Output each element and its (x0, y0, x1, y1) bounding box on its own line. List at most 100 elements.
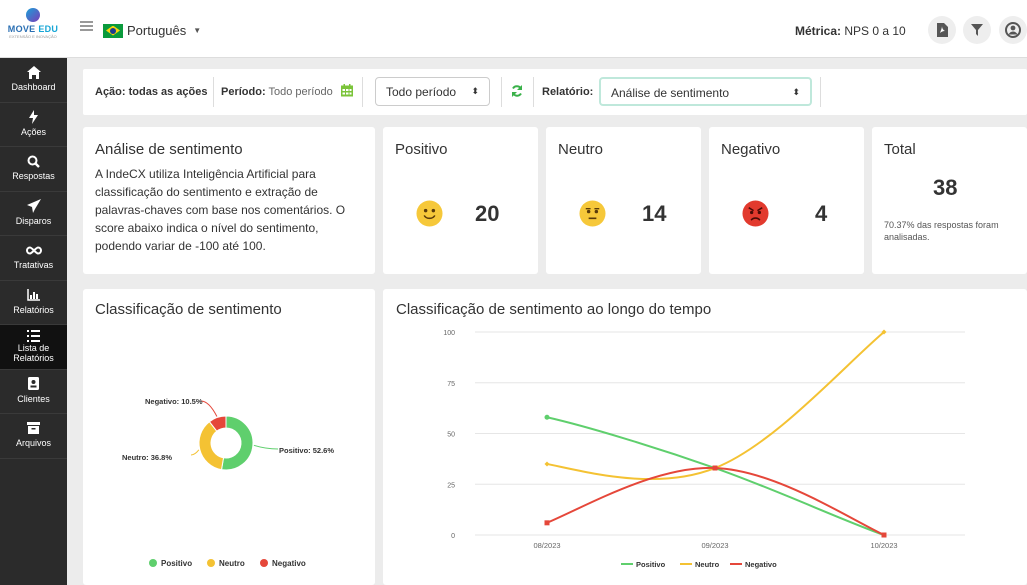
legend-marker-positivo (149, 559, 157, 567)
language-label: Português (127, 23, 187, 38)
sidebar-item-label: Dashboard (11, 82, 56, 92)
data-point-positivo (544, 414, 550, 420)
relatorio-label: Relatório: (542, 86, 594, 98)
metric-label: Métrica: (795, 24, 842, 38)
data-point-negativo (881, 532, 887, 538)
periodo-filter: Período: Todo período (221, 86, 333, 98)
logo-mark-icon (26, 8, 40, 22)
y-tick-label: 75 (447, 381, 455, 388)
sidebar-item-clientes[interactable]: Clientes (0, 370, 67, 414)
sidebar-item-arquivos[interactable]: Arquivos (0, 414, 67, 459)
sidebar-item-label: Ações (20, 126, 46, 137)
sidebar-item-disparos[interactable]: Disparos (0, 192, 67, 236)
divider (533, 77, 534, 107)
x-tick-label: 09/2023 (701, 541, 728, 550)
donut-leader-line (190, 449, 200, 456)
sidebar-item-label: Lista de (17, 343, 50, 353)
metric-indicator: Métrica: NPS 0 a 10 (795, 24, 906, 38)
y-tick-label: 50 (447, 432, 455, 439)
refresh-icon[interactable] (511, 85, 523, 97)
stat-value: 14 (642, 201, 667, 226)
divider (501, 77, 502, 107)
filter-button[interactable] (963, 16, 991, 44)
legend-label: Negativo (272, 559, 306, 568)
sidebar-item-label: Tratativas (13, 260, 54, 270)
stat-card-neutro: Neutro 14 (546, 127, 701, 274)
bar-chart-icon (27, 288, 40, 301)
stat-label: Positivo (395, 141, 448, 158)
happy-face-icon (416, 200, 443, 227)
sidebar-item-label: Clientes (17, 393, 50, 404)
sidebar: Dashboard Ações Respostas Disparos Trata… (0, 58, 67, 585)
sidebar-item-acoes[interactable]: Ações (0, 103, 67, 147)
relatorio-select-value: Análise de sentimento (611, 86, 730, 100)
metric-value: NPS 0 a 10 (844, 24, 906, 38)
bolt-icon (29, 109, 38, 124)
legend-marker-negativo (260, 559, 268, 567)
list-icon (27, 329, 40, 342)
id-card-icon (28, 377, 39, 390)
logo-text-edu: EDU (38, 24, 59, 34)
y-tick-label: 25 (447, 482, 455, 489)
logo-tagline: EXTENSÃO E INOVAÇÃO (9, 34, 57, 39)
data-point-negativo (544, 520, 550, 526)
select-arrows-icon: ⬍ (471, 86, 479, 96)
logo[interactable]: MOVE EDU EXTENSÃO E INOVAÇÃO (6, 8, 60, 50)
divider (362, 77, 363, 107)
acao-filter[interactable]: Ação: todas as ações (95, 86, 208, 98)
pdf-file-icon (937, 23, 948, 37)
legend-marker-neutro (207, 559, 215, 567)
filter-bar: Ação: todas as ações Período: Todo perío… (83, 69, 1027, 115)
user-menu-button[interactable] (999, 16, 1027, 44)
calendar-icon[interactable] (341, 84, 353, 97)
caret-down-icon: ▼ (193, 26, 202, 35)
sidebar-item-respostas[interactable]: Respostas (0, 147, 67, 192)
archive-icon (27, 422, 40, 434)
stat-label: Negativo (721, 141, 781, 158)
logo-text: MOVE (7, 24, 36, 34)
intro-title: Análise de sentimento (95, 141, 243, 158)
sidebar-item-relatorios[interactable]: Relatórios (0, 281, 67, 325)
language-selector[interactable]: Português ▼ (103, 23, 201, 38)
menu-toggle-icon[interactable] (80, 21, 93, 31)
series-line-negativo (546, 467, 885, 536)
sidebar-item-label: Relatórios (13, 304, 54, 315)
sidebar-item-tratativas[interactable]: Tratativas (0, 236, 67, 281)
donut-chart: Positivo: 52.6% Neutro: 36.8% Negativo: 10… (122, 397, 334, 568)
relatorio-select[interactable]: Análise de sentimento ⬍ (599, 77, 812, 106)
intro-card: Análise de sentimento A IndeCX utiliza I… (83, 127, 375, 274)
x-tick-label: 10/2023 (870, 541, 897, 550)
stat-value: 20 (475, 201, 500, 226)
divider (820, 77, 821, 107)
periodo-select-value: Todo período (386, 85, 457, 99)
pdf-export-button[interactable] (928, 16, 956, 44)
legend-label: Neutro (219, 559, 245, 568)
periodo-value: Todo período (268, 86, 333, 98)
donut-leader-line (200, 400, 218, 417)
donut-data-label: Neutro: 36.8% (122, 453, 172, 462)
user-circle-icon (1005, 22, 1021, 38)
stat-note: 70.37% das respostas foram analisadas. (884, 220, 999, 242)
stat-card-positivo: Positivo 20 (383, 127, 538, 274)
intro-description: A IndeCX utiliza Inteligência Artificial… (95, 167, 346, 253)
periodo-label: Período: (221, 86, 266, 98)
select-arrows-icon: ⬍ (792, 87, 800, 97)
data-point-neutro (544, 461, 550, 467)
line-chart: 0 25 50 75 100 08/2023 09/2023 10/2023 Positivo N… (443, 329, 965, 569)
sidebar-item-dashboard[interactable]: Dashboard (0, 58, 67, 103)
stat-label: Neutro (558, 141, 604, 158)
neutral-face-icon (579, 200, 606, 227)
legend-label: Negativo (745, 560, 777, 569)
sidebar-item-label: Arquivos (15, 438, 51, 448)
periodo-select[interactable]: Todo período ⬍ (375, 77, 490, 106)
home-icon (26, 65, 41, 79)
stat-card-negativo: Negativo 4 (709, 127, 864, 274)
legend-label: Neutro (695, 560, 720, 569)
search-icon (27, 155, 40, 168)
stat-card-total: Total 38 70.37% das respostas foram anal… (872, 127, 1027, 274)
angry-face-icon (742, 200, 769, 227)
send-icon (26, 198, 41, 213)
line-chart-card: Classificação de sentimento ao longo do … (383, 289, 1027, 585)
sidebar-item-lista-de-relatorios[interactable]: Lista de Relatórios (0, 325, 67, 370)
top-bar: MOVE EDU EXTENSÃO E INOVAÇÃO Português ▼… (0, 0, 1027, 58)
